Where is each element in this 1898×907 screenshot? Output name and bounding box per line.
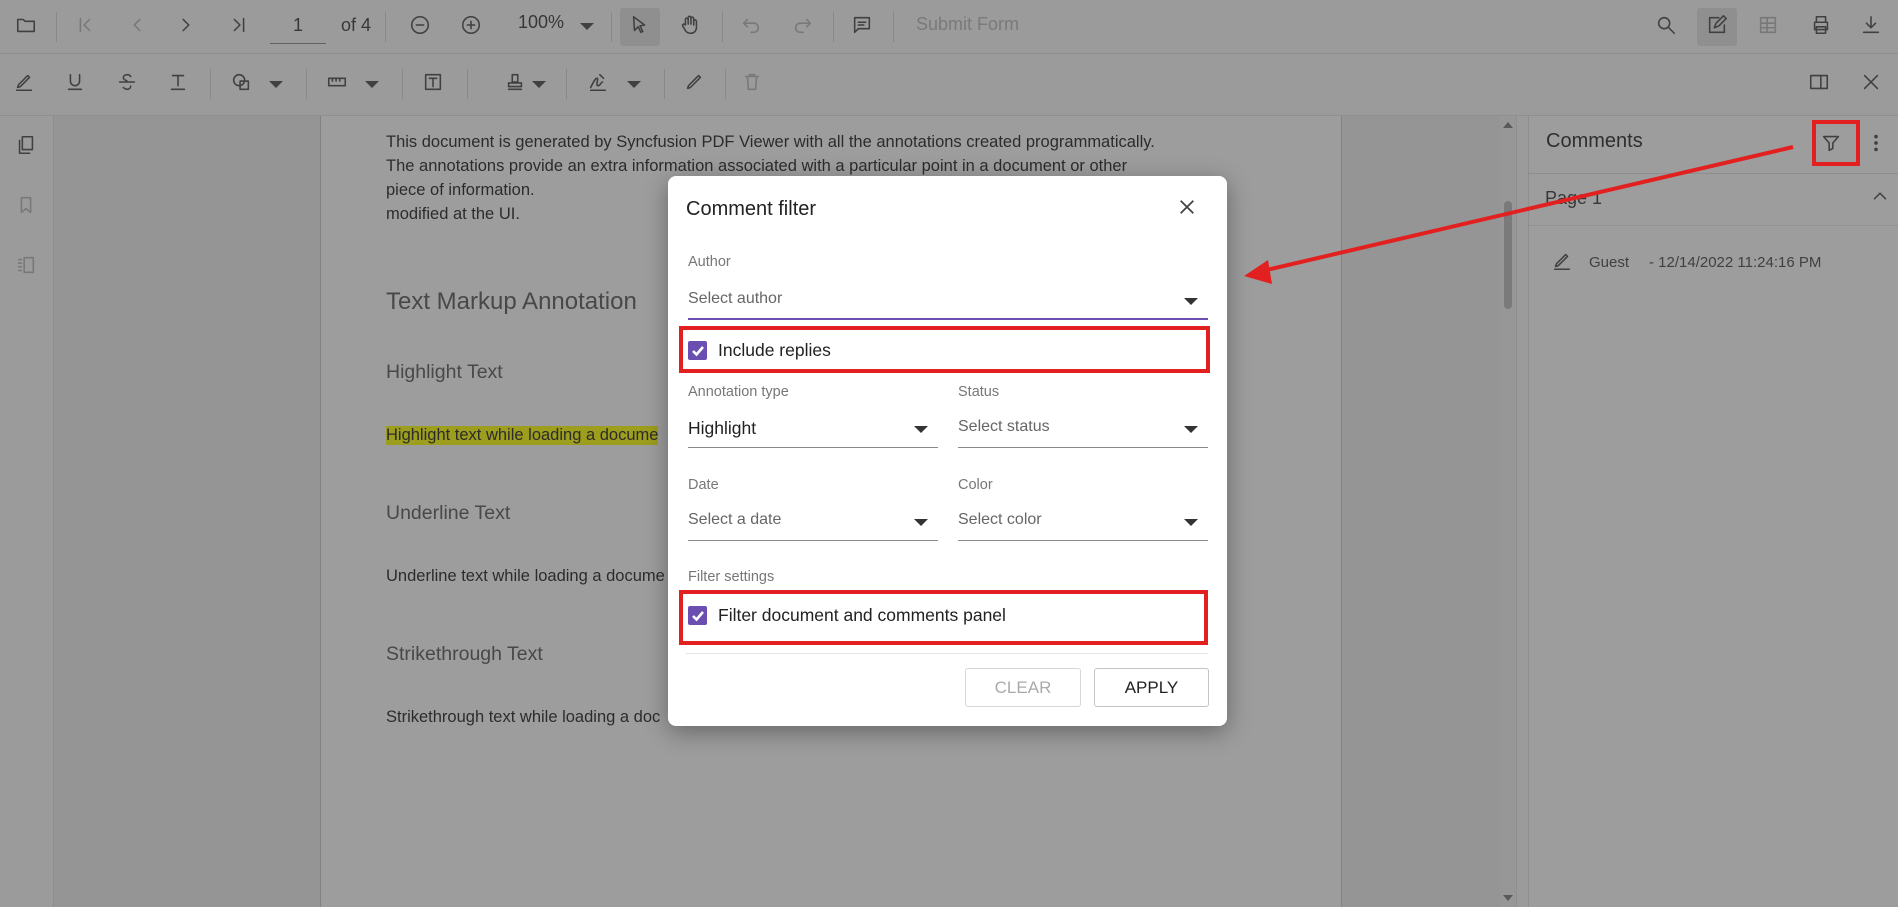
status-placeholder: Select status: [958, 418, 1050, 435]
filter-panel-checkbox[interactable]: Filter document and comments panel: [688, 605, 1006, 626]
chevron-down-icon: [1184, 426, 1198, 433]
annotation-type-select[interactable]: Highlight: [688, 410, 938, 448]
dialog-title: Comment filter: [686, 198, 817, 220]
color-placeholder: Select color: [958, 511, 1042, 528]
status-select[interactable]: Select status: [958, 410, 1208, 448]
chevron-down-icon: [1184, 519, 1198, 526]
comment-filter-dialog: Comment filter Author Select author Incl…: [668, 176, 1227, 726]
clear-button[interactable]: CLEAR: [965, 668, 1081, 707]
filter-settings-label: Filter settings: [688, 569, 775, 585]
dialog-footer-divider: [686, 653, 1208, 654]
date-select[interactable]: Select a date: [688, 503, 938, 541]
annotation-type-value: Highlight: [688, 418, 757, 438]
filter-panel-label: Filter document and comments panel: [718, 605, 1006, 625]
apply-button[interactable]: APPLY: [1094, 668, 1209, 707]
author-select[interactable]: Select author: [688, 282, 1208, 320]
include-replies-label: Include replies: [718, 340, 831, 360]
chevron-down-icon: [1184, 298, 1198, 305]
chevron-down-icon: [914, 519, 928, 526]
color-label: Color: [958, 477, 993, 493]
chevron-down-icon: [914, 426, 928, 433]
checkbox-checked[interactable]: [688, 341, 707, 360]
checkmark-icon: [691, 345, 704, 356]
author-label: Author: [688, 254, 731, 270]
status-label: Status: [958, 384, 1000, 400]
date-label: Date: [688, 477, 719, 493]
author-placeholder: Select author: [688, 290, 783, 307]
checkbox-checked[interactable]: [688, 606, 707, 625]
checkmark-icon: [691, 610, 704, 621]
dialog-close-button[interactable]: [1174, 196, 1200, 222]
annotation-type-label: Annotation type: [688, 384, 789, 400]
include-replies-checkbox[interactable]: Include replies: [688, 340, 831, 361]
color-select[interactable]: Select color: [958, 503, 1208, 541]
close-icon: [1178, 198, 1196, 221]
date-placeholder: Select a date: [688, 511, 782, 528]
